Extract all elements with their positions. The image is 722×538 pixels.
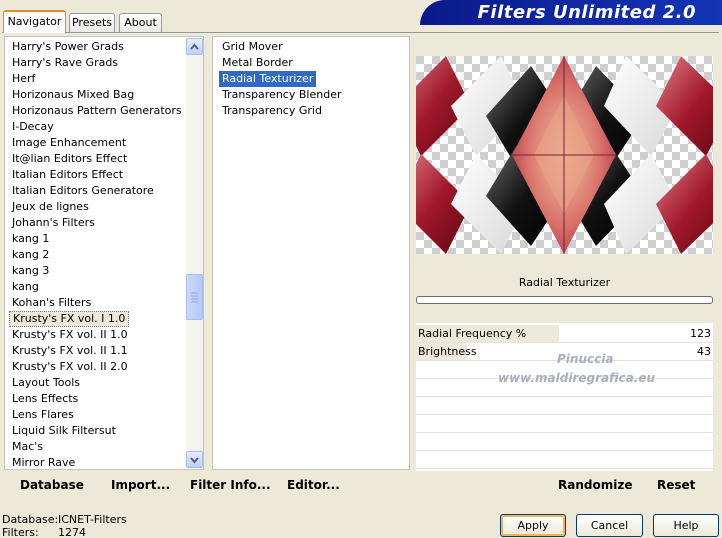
category-item[interactable]: Krusty's FX vol. I 1.0 — [9, 311, 130, 327]
category-item[interactable]: Harry's Rave Grads — [9, 55, 121, 71]
chevron-up-icon — [190, 43, 199, 50]
category-item[interactable]: Johann's Filters — [9, 215, 98, 231]
category-item[interactable]: Italian Editors Effect — [9, 167, 126, 183]
category-item[interactable]: Krusty's FX vol. II 2.0 — [9, 359, 131, 375]
watermark-line-2: www.maldiregrafica.eu — [498, 371, 656, 385]
category-item[interactable]: kang — [9, 279, 42, 295]
param-row-empty — [416, 397, 713, 415]
category-item[interactable]: Lens Effects — [9, 391, 81, 407]
category-item[interactable]: I-Decay — [9, 119, 57, 135]
category-item[interactable]: Image Enhancement — [9, 135, 129, 151]
scroll-down-button[interactable] — [186, 451, 203, 468]
param-row-radial-frequency[interactable]: Radial Frequency % 123 — [416, 325, 713, 343]
filter-item[interactable]: Radial Texturizer — [219, 71, 317, 87]
category-item[interactable]: Herf — [9, 71, 38, 87]
status-filters-value: 1274 — [58, 526, 86, 538]
scroll-thumb[interactable] — [186, 274, 203, 320]
status-database-label: Database: — [2, 513, 59, 526]
category-item[interactable]: Liquid Silk Filtersut — [9, 423, 119, 439]
scroll-up-button[interactable] — [186, 38, 203, 55]
tab-about[interactable]: About — [119, 13, 162, 32]
tab-navigator[interactable]: Navigator — [3, 10, 66, 33]
category-item[interactable]: It@lian Editors Effect — [9, 151, 130, 167]
category-item[interactable]: Jeux de lignes — [9, 199, 92, 215]
filter-item[interactable]: Metal Border — [219, 55, 296, 71]
help-button[interactable]: Help — [653, 514, 719, 537]
category-item[interactable]: Krusty's FX vol. II 1.0 — [9, 327, 131, 343]
filter-list[interactable]: Grid Mover Metal Border Radial Texturizer T… — [212, 36, 410, 470]
status-database: Database: ICNET-Filters — [2, 513, 127, 526]
category-item[interactable]: kang 3 — [9, 263, 52, 279]
category-item[interactable]: Krusty's FX vol. II 1.1 — [9, 343, 131, 359]
filter-preview — [416, 56, 713, 254]
status-filters-label: Filters: — [2, 526, 39, 538]
param-value: 123 — [690, 327, 711, 340]
category-item[interactable]: Harry's Power Grads — [9, 39, 127, 55]
filter-item[interactable]: Grid Mover — [219, 39, 286, 55]
category-scrollbar[interactable] — [186, 38, 203, 468]
app-banner: Filters Unlimited 2.0 — [420, 0, 722, 25]
category-item[interactable]: Italian Editors Generatore — [9, 183, 157, 199]
category-item[interactable]: Horizonaus Mixed Bag — [9, 87, 137, 103]
category-item[interactable]: Layout Tools — [9, 375, 83, 391]
category-item[interactable]: Horizonaus Pattern Generators — [9, 103, 185, 119]
category-item[interactable]: Kohan's Filters — [9, 295, 94, 311]
randomize-button[interactable]: Randomize — [558, 478, 632, 492]
reset-button[interactable]: Reset — [657, 478, 695, 492]
grip-icon — [191, 292, 198, 303]
status-database-value: ICNET-Filters — [58, 513, 127, 526]
param-row-empty — [416, 451, 713, 469]
editor-button[interactable]: Editor... — [287, 478, 340, 492]
param-value: 43 — [697, 345, 711, 358]
filter-item[interactable]: Transparency Grid — [219, 103, 325, 119]
param-label: Radial Frequency % — [418, 327, 527, 340]
tab-divider — [2, 32, 719, 33]
filter-info-button[interactable]: Filter Info... — [190, 478, 271, 492]
parameter-area: Radial Frequency % 123 Brightness 43 — [416, 323, 713, 471]
category-item[interactable]: Mac's — [9, 439, 46, 455]
category-item[interactable]: Mirror Rave — [9, 455, 78, 471]
cancel-button[interactable]: Cancel — [576, 514, 643, 537]
watermark-line-1: Pinuccia — [557, 352, 614, 366]
param-row-empty — [416, 415, 713, 433]
apply-button[interactable]: Apply — [500, 514, 566, 537]
filter-item[interactable]: Transparency Blender — [219, 87, 344, 103]
chevron-down-icon — [190, 457, 199, 464]
category-item[interactable]: Lens Flares — [9, 407, 77, 423]
category-list[interactable]: Harry's Power Grads Harry's Rave Grads Her… — [4, 36, 204, 470]
tab-presets[interactable]: Presets — [69, 13, 115, 32]
import-button[interactable]: Import... — [111, 478, 170, 492]
database-button[interactable]: Database — [20, 478, 84, 492]
param-row-empty — [416, 433, 713, 451]
category-item[interactable]: kang 2 — [9, 247, 52, 263]
filter-title: Radial Texturizer — [416, 272, 713, 294]
status-filters: Filters: 1274 — [2, 526, 86, 538]
category-item[interactable]: kang 1 — [9, 231, 52, 247]
progress-bar — [416, 296, 713, 304]
param-label: Brightness — [418, 345, 477, 358]
